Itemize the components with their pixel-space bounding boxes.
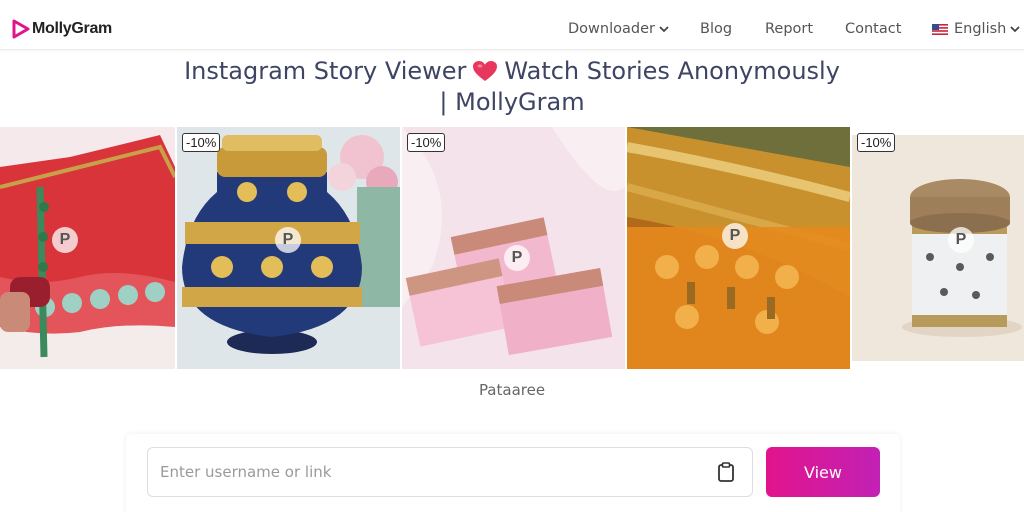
carousel-caption: Pataaree: [478, 381, 546, 399]
nav-downloader[interactable]: Downloader: [568, 21, 669, 37]
title-part-2: Watch Stories Anonymously: [504, 57, 840, 85]
language-selector[interactable]: English: [932, 21, 1020, 37]
carousel-slide-jewel-box[interactable]: -10% P: [852, 127, 1024, 369]
watermark-icon: P: [504, 245, 530, 271]
play-logo-icon: [12, 19, 30, 39]
logo[interactable]: MollyGram: [12, 19, 112, 39]
carousel-slide-pink-envelopes[interactable]: -10% P: [402, 127, 625, 369]
nav-downloader-label: Downloader: [568, 21, 655, 37]
title-line-1: Instagram Story Viewer Watch Stories Anon…: [0, 56, 1024, 87]
watermark-icon: P: [52, 227, 78, 253]
watermark-icon: P: [722, 223, 748, 249]
us-flag-icon: [932, 23, 948, 35]
nav-contact[interactable]: Contact: [845, 21, 901, 37]
red-tent-decor-image: [0, 127, 175, 369]
carousel-slide-red-tent[interactable]: P: [0, 127, 175, 369]
discount-badge: -10%: [182, 133, 221, 152]
nav-blog-label: Blog: [700, 21, 733, 37]
view-button[interactable]: View: [766, 447, 880, 497]
search-input[interactable]: [160, 460, 710, 484]
carousel-slide-orange-fabric[interactable]: P: [627, 127, 850, 369]
discount-badge: -10%: [857, 133, 896, 152]
discount-badge: -10%: [407, 133, 446, 152]
nav-blog[interactable]: Blog: [700, 21, 732, 37]
chevron-down-icon: [1010, 26, 1020, 33]
watermark-icon: P: [948, 227, 974, 253]
chevron-down-icon: [659, 26, 669, 33]
watermark-icon: P: [275, 227, 301, 253]
title-line-2: | MollyGram: [439, 88, 585, 116]
nav-report-label: Report: [765, 21, 814, 37]
search-field: [147, 447, 753, 497]
page-title: Instagram Story Viewer Watch Stories Anon…: [0, 56, 1024, 118]
title-part-1: Instagram Story Viewer: [184, 57, 467, 85]
language-label: English: [954, 21, 1007, 37]
nav-report[interactable]: Report: [765, 21, 813, 37]
nav-contact-label: Contact: [845, 21, 902, 37]
top-navbar: MollyGram Downloader Blog Report Contact…: [0, 0, 1024, 50]
white-jewel-box-image: [852, 127, 1024, 369]
heart-icon: [473, 61, 498, 81]
carousel-slide-blue-pot[interactable]: -10% P: [177, 127, 400, 369]
clipboard-icon[interactable]: [717, 462, 735, 482]
product-carousel: P -10% P -10% P P -10% P: [0, 127, 1024, 370]
logo-text: MollyGram: [32, 20, 112, 37]
